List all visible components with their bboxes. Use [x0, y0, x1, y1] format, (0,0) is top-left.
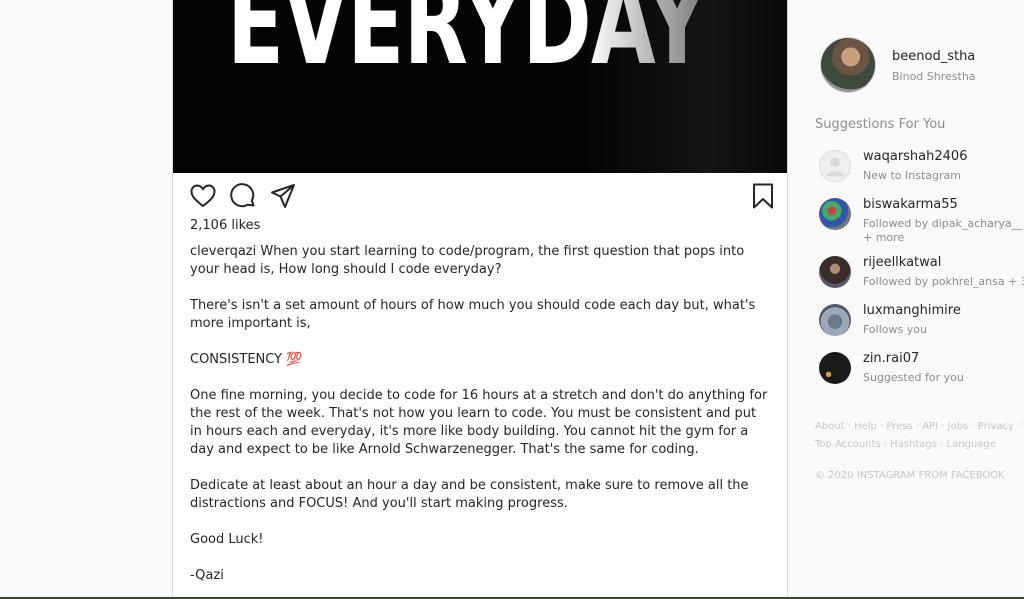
footer-links-row[interactable]: About · Help · Press · API · Jobs · Priv… — [815, 418, 1024, 436]
suggestion-subtext: Followed by dipak_acharya__ + more — [863, 217, 1023, 244]
copyright: © 2020 INSTAGRAM FROM FACEBOOK — [815, 470, 1005, 481]
caption-username[interactable]: cleverqazi — [190, 244, 256, 259]
avatar[interactable] — [819, 256, 851, 288]
caption-paragraph: Good Luck! — [190, 532, 264, 547]
suggestion-item: luxmanghimire Follows you — [815, 300, 1024, 348]
caption-paragraph: Dedicate at least about an hour a day an… — [190, 478, 749, 511]
suggestion-item: rijeellkatwal Followed by pokhrel_ansa +… — [815, 252, 1024, 300]
avatar[interactable] — [819, 352, 851, 384]
caption-first-paragraph: cleverqazi When you start learning to co… — [190, 243, 770, 279]
suggestion-item: zin.rai07 Suggested for you — [815, 348, 1024, 396]
suggestion-item: waqarshah2406 New to Instagram — [815, 146, 1024, 194]
caption-paragraph: One fine morning, you decide to code for… — [190, 388, 768, 457]
suggestion-subtext: Followed by pokhrel_ansa + 3 — [863, 275, 1024, 288]
likes-count[interactable]: 2,106 likes — [190, 218, 260, 233]
footer-links-row[interactable]: Top Accounts · Hashtags · Language — [815, 436, 1024, 454]
suggestions-title: Suggestions For You — [815, 117, 946, 132]
suggestions-list: waqarshah2406 New to Instagram biswakarm… — [815, 146, 1024, 396]
profile-username[interactable]: beenod_stha — [892, 49, 975, 64]
image-shade — [587, 0, 787, 173]
avatar[interactable] — [819, 198, 851, 230]
suggestion-username[interactable]: rijeellkatwal — [863, 255, 941, 270]
suggestion-username[interactable]: waqarshah2406 — [863, 149, 967, 164]
bookmark-icon[interactable] — [749, 182, 777, 210]
suggestion-username[interactable]: zin.rai07 — [863, 351, 919, 366]
heart-icon[interactable] — [189, 182, 217, 210]
caption-text: When you start learning to code/program,… — [190, 244, 745, 277]
caption-paragraph: There's isn't a set amount of hours of h… — [190, 298, 756, 331]
profile-fullname: Binod Shrestha — [892, 70, 976, 83]
suggestion-username[interactable]: luxmanghimire — [863, 303, 961, 318]
post-card: EVERYDAY 2,106 likes cleverqazi When you… — [172, 0, 788, 599]
suggestion-subtext: Suggested for you — [863, 371, 964, 384]
post-actions — [189, 182, 775, 212]
avatar[interactable] — [820, 37, 876, 93]
avatar[interactable] — [819, 150, 851, 182]
suggestion-subtext: New to Instagram — [863, 169, 961, 182]
suggestion-username[interactable]: biswakarma55 — [863, 197, 958, 212]
post-caption: cleverqazi When you start learning to co… — [190, 243, 770, 599]
post-image[interactable]: EVERYDAY — [173, 0, 787, 173]
caption-paragraph: CONSISTENCY 💯 — [190, 352, 303, 367]
footer-links: About · Help · Press · API · Jobs · Priv… — [815, 418, 1024, 454]
share-icon[interactable] — [269, 182, 297, 210]
caption-paragraph: -Qazi — [190, 568, 224, 583]
comment-icon[interactable] — [229, 182, 257, 210]
avatar[interactable] — [819, 304, 851, 336]
suggestion-item: biswakarma55 Followed by dipak_acharya__… — [815, 194, 1024, 252]
sidebar: beenod_stha Binod Shrestha Suggestions F… — [815, 0, 1024, 599]
suggestion-subtext: Follows you — [863, 323, 927, 336]
current-user-profile: beenod_stha Binod Shrestha — [820, 37, 1024, 95]
